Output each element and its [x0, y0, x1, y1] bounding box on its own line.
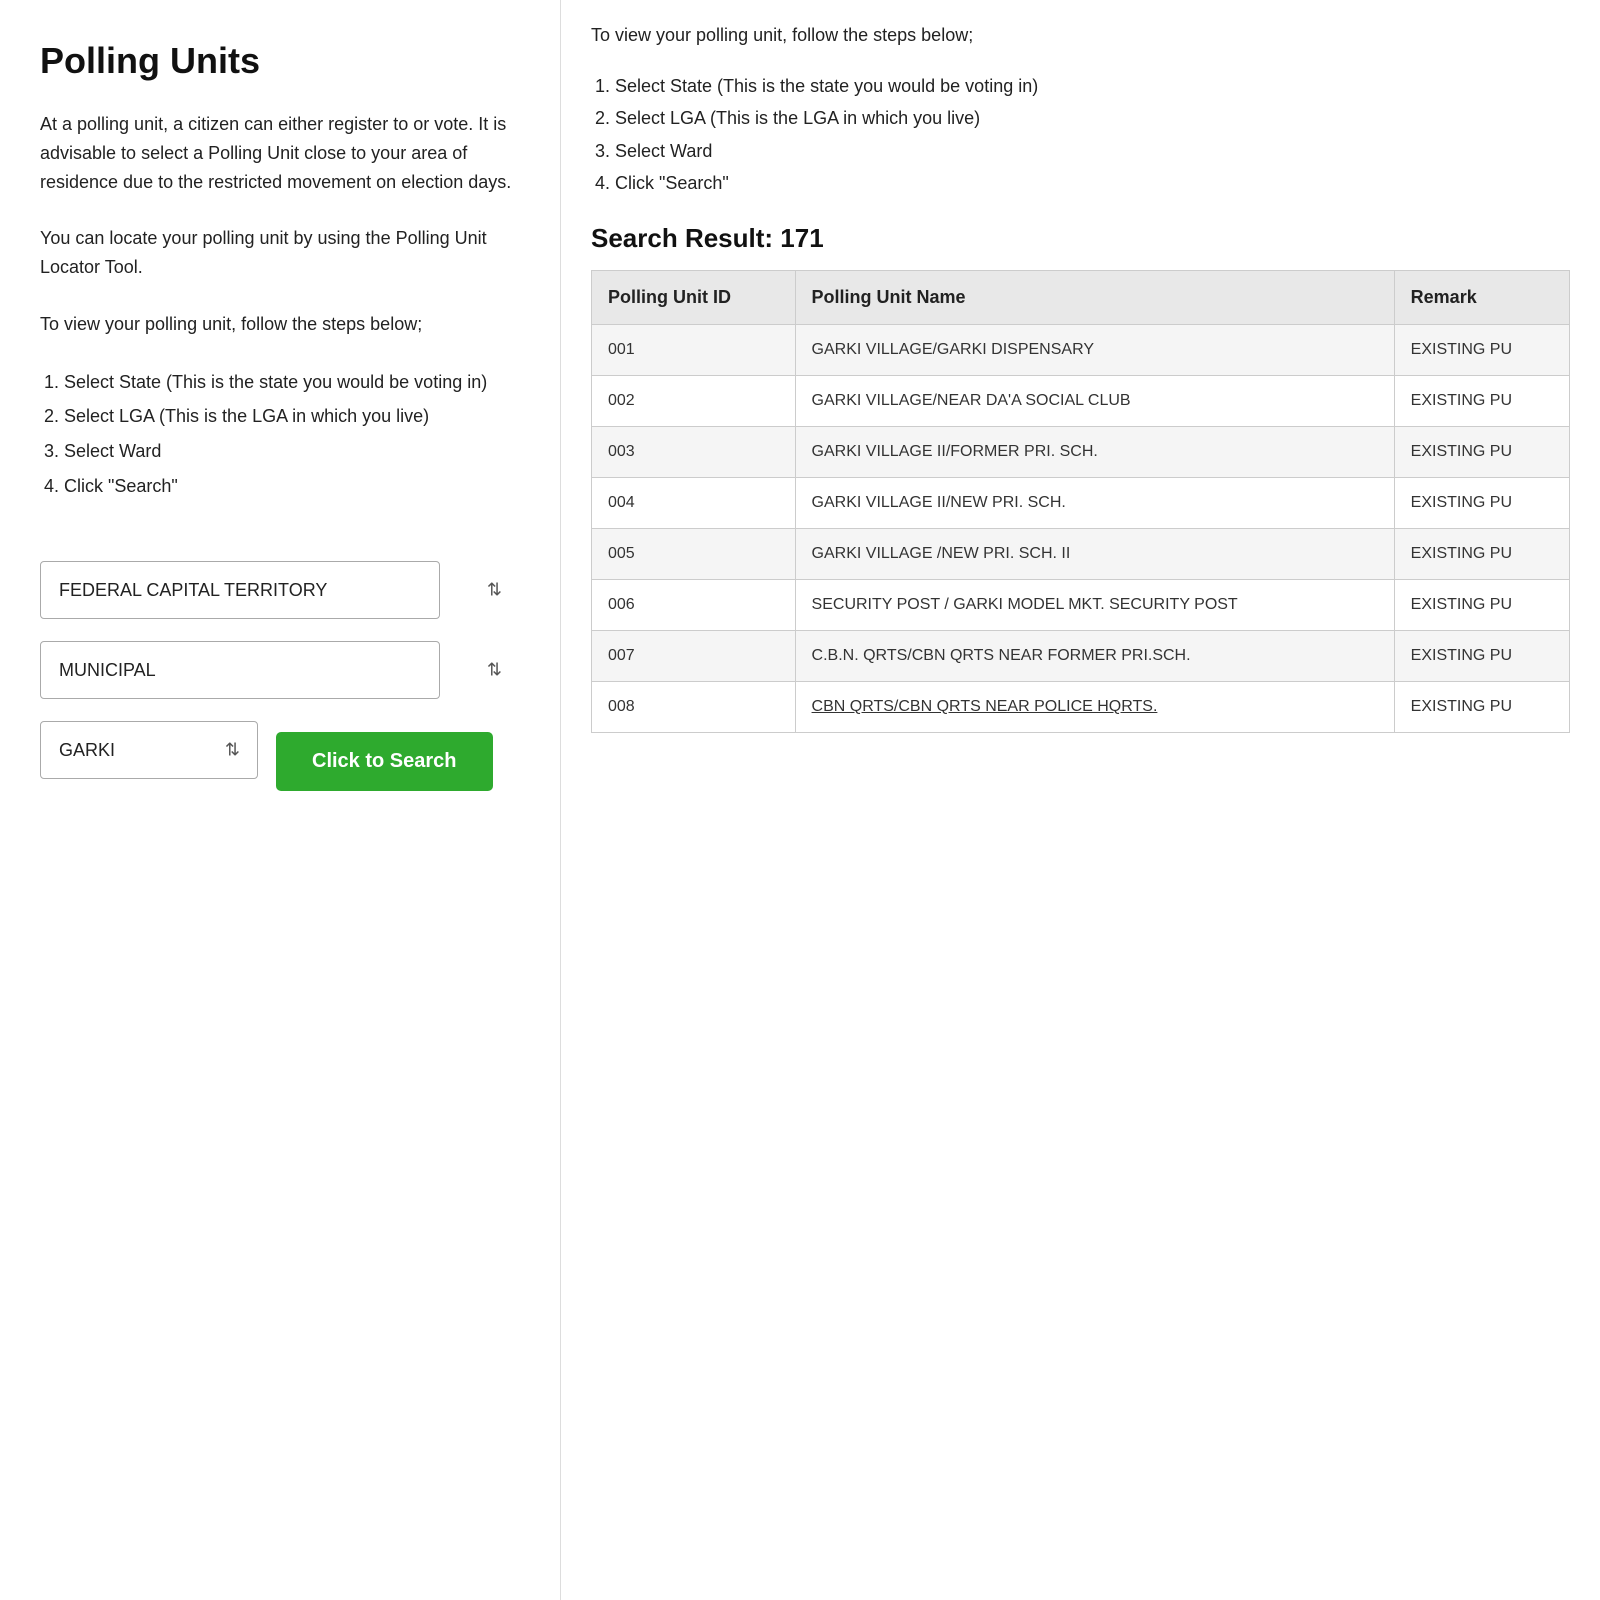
step-1-right: Select State (This is the state you woul…	[615, 71, 1570, 102]
ward-select-wrapper: GARKI ⇅	[40, 721, 258, 779]
cell-name: C.B.N. QRTS/CBN QRTS NEAR FORMER PRI.SCH…	[795, 630, 1394, 681]
step-1-left: Select State (This is the state you woul…	[64, 367, 520, 398]
state-select[interactable]: FEDERAL CAPITAL TERRITORY	[40, 561, 440, 619]
cell-name: GARKI VILLAGE /NEW PRI. SCH. II	[795, 528, 1394, 579]
lga-select-wrapper: MUNICIPAL ⇅	[40, 641, 520, 699]
page-title: Polling Units	[40, 40, 520, 82]
step-4-right: Click "Search"	[615, 168, 1570, 199]
step-3-right: Select Ward	[615, 136, 1570, 167]
col-header-name: Polling Unit Name	[795, 270, 1394, 324]
cell-id: 005	[592, 528, 796, 579]
cell-id: 004	[592, 477, 796, 528]
table-row: 008CBN QRTS/CBN QRTS NEAR POLICE HQRTS.E…	[592, 681, 1570, 732]
table-header-row: Polling Unit ID Polling Unit Name Remark	[592, 270, 1570, 324]
cell-name: GARKI VILLAGE II/NEW PRI. SCH.	[795, 477, 1394, 528]
cell-id: 002	[592, 375, 796, 426]
instructions-text: To view your polling unit, follow the st…	[591, 20, 1570, 51]
cell-name: SECURITY POST / GARKI MODEL MKT. SECURIT…	[795, 579, 1394, 630]
intro-paragraph-3: To view your polling unit, follow the st…	[40, 310, 520, 339]
cell-remark: EXISTING PU	[1394, 426, 1569, 477]
table-row: 001GARKI VILLAGE/GARKI DISPENSARYEXISTIN…	[592, 324, 1570, 375]
cell-remark: EXISTING PU	[1394, 579, 1569, 630]
cell-name: GARKI VILLAGE/GARKI DISPENSARY	[795, 324, 1394, 375]
cell-remark: EXISTING PU	[1394, 630, 1569, 681]
table-row: 002GARKI VILLAGE/NEAR DA'A SOCIAL CLUBEX…	[592, 375, 1570, 426]
table-row: 006SECURITY POST / GARKI MODEL MKT. SECU…	[592, 579, 1570, 630]
steps-list-left: Select State (This is the state you woul…	[40, 367, 520, 501]
instructions-list-right: Select State (This is the state you woul…	[591, 71, 1570, 199]
table-row: 005GARKI VILLAGE /NEW PRI. SCH. IIEXISTI…	[592, 528, 1570, 579]
step-4-left: Click "Search"	[64, 471, 520, 502]
cell-name: CBN QRTS/CBN QRTS NEAR POLICE HQRTS.	[795, 681, 1394, 732]
col-header-id: Polling Unit ID	[592, 270, 796, 324]
table-row: 004GARKI VILLAGE II/NEW PRI. SCH.EXISTIN…	[592, 477, 1570, 528]
results-table: Polling Unit ID Polling Unit Name Remark…	[591, 270, 1570, 733]
step-2-right: Select LGA (This is the LGA in which you…	[615, 103, 1570, 134]
cell-id: 007	[592, 630, 796, 681]
cell-id: 001	[592, 324, 796, 375]
table-row: 003GARKI VILLAGE II/FORMER PRI. SCH.EXIS…	[592, 426, 1570, 477]
cell-name: GARKI VILLAGE/NEAR DA'A SOCIAL CLUB	[795, 375, 1394, 426]
cell-name: GARKI VILLAGE II/FORMER PRI. SCH.	[795, 426, 1394, 477]
cell-remark: EXISTING PU	[1394, 681, 1569, 732]
state-select-wrapper: FEDERAL CAPITAL TERRITORY ⇅	[40, 561, 520, 619]
step-2-left: Select LGA (This is the LGA in which you…	[64, 401, 520, 432]
search-result-heading: Search Result: 171	[591, 223, 1570, 254]
cell-remark: EXISTING PU	[1394, 528, 1569, 579]
intro-paragraph-2: You can locate your polling unit by usin…	[40, 224, 520, 282]
cell-id: 006	[592, 579, 796, 630]
lga-select[interactable]: MUNICIPAL	[40, 641, 440, 699]
form-section: FEDERAL CAPITAL TERRITORY ⇅ MUNICIPAL ⇅ …	[40, 561, 520, 801]
col-header-remark: Remark	[1394, 270, 1569, 324]
ward-row: GARKI ⇅ Click to Search	[40, 721, 520, 801]
cell-remark: EXISTING PU	[1394, 324, 1569, 375]
cell-id: 003	[592, 426, 796, 477]
cell-id: 008	[592, 681, 796, 732]
state-select-arrow-icon: ⇅	[487, 580, 502, 601]
lga-select-arrow-icon: ⇅	[487, 660, 502, 681]
table-row: 007C.B.N. QRTS/CBN QRTS NEAR FORMER PRI.…	[592, 630, 1570, 681]
search-button[interactable]: Click to Search	[276, 732, 493, 791]
cell-remark: EXISTING PU	[1394, 477, 1569, 528]
intro-paragraph-1: At a polling unit, a citizen can either …	[40, 110, 520, 196]
ward-select[interactable]: GARKI	[40, 721, 258, 779]
cell-remark: EXISTING PU	[1394, 375, 1569, 426]
step-3-left: Select Ward	[64, 436, 520, 467]
